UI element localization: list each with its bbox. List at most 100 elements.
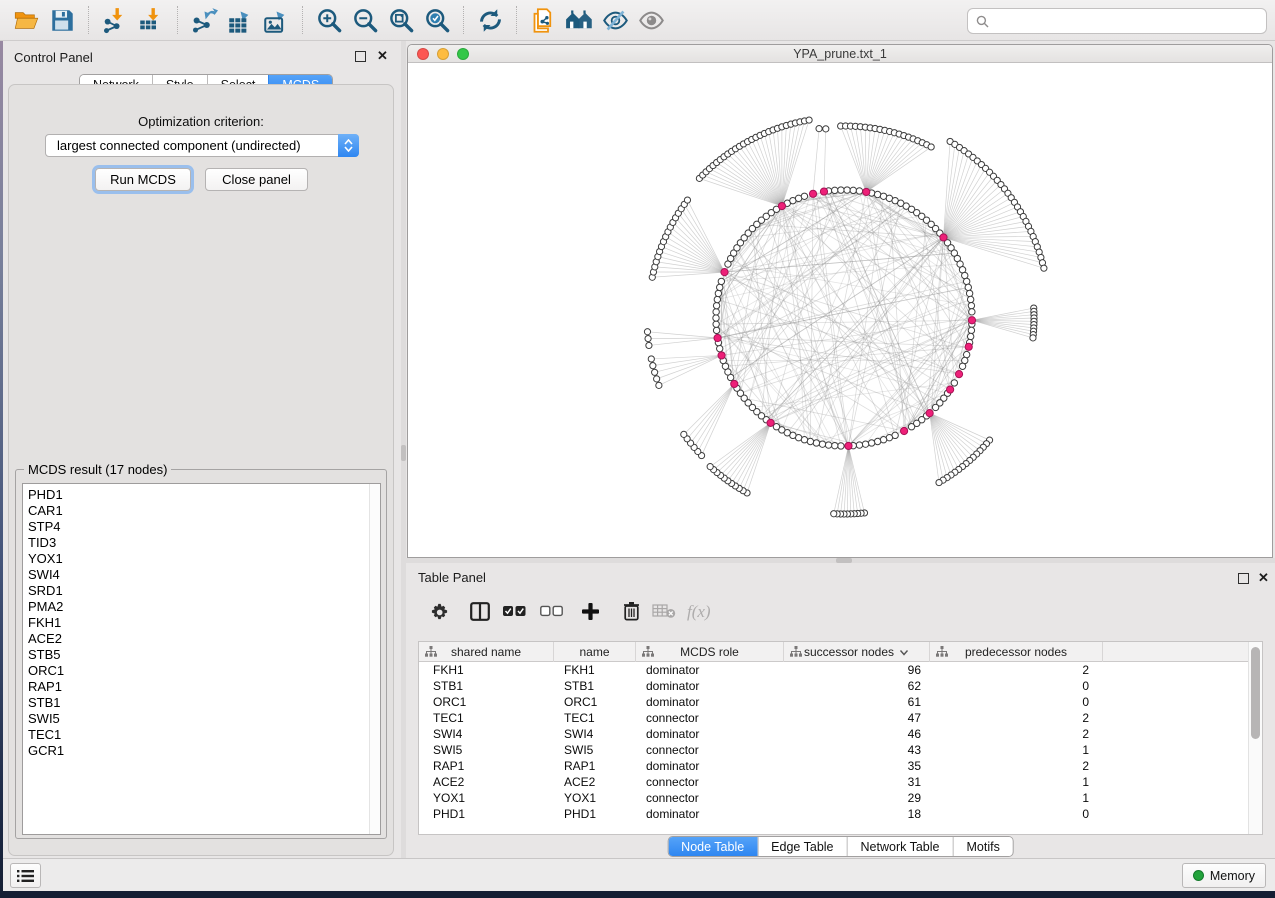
mcds-result-node[interactable]: SWI5 <box>23 711 380 727</box>
mcds-result-node[interactable]: STB1 <box>23 695 380 711</box>
table-row-SWI5[interactable]: SWI5SWI5connector431 <box>419 742 1248 758</box>
mcds-result-node[interactable]: SWI4 <box>23 567 380 583</box>
columns-button[interactable] <box>465 593 495 629</box>
graph-hub-node[interactable] <box>778 202 785 209</box>
memory-button[interactable]: Memory <box>1182 863 1266 888</box>
table-row-SWI4[interactable]: SWI4SWI4dominator462 <box>419 726 1248 742</box>
new-network-from-selection-button[interactable] <box>525 3 561 37</box>
graph-node[interactable] <box>713 321 719 327</box>
column-header-successor-nodes[interactable]: successor nodes <box>784 642 930 662</box>
graph-node[interactable] <box>967 333 973 339</box>
graph-hub-node[interactable] <box>731 380 738 387</box>
graph-hub-node[interactable] <box>965 343 972 350</box>
graph-node[interactable] <box>656 382 662 388</box>
graph-hub-node[interactable] <box>718 352 725 359</box>
table-row-PHD1[interactable]: PHD1PHD1dominator180 <box>419 806 1248 822</box>
graph-node[interactable] <box>713 315 719 321</box>
graph-node[interactable] <box>713 302 719 308</box>
tab-edge-table[interactable]: Edge Table <box>757 837 846 856</box>
mcds-result-node[interactable]: FKH1 <box>23 615 380 631</box>
criterion-dropdown[interactable]: largest connected component (undirected) <box>45 134 359 157</box>
graph-node[interactable] <box>807 438 813 444</box>
network-window-titlebar[interactable]: YPA_prune.txt_1 <box>408 45 1272 63</box>
table-row-ACE2[interactable]: ACE2ACE2connector311 <box>419 774 1248 790</box>
graph-node[interactable] <box>717 345 723 351</box>
graph-node[interactable] <box>801 193 807 199</box>
select-all-button[interactable] <box>499 593 529 629</box>
graph-node[interactable] <box>825 442 831 448</box>
mcds-result-node[interactable]: STB5 <box>23 647 380 663</box>
graph-hub-node[interactable] <box>767 419 774 426</box>
graph-node[interactable] <box>823 126 829 132</box>
tab-motifs[interactable]: Motifs <box>952 837 1012 856</box>
graph-node[interactable] <box>874 438 880 444</box>
deselect-all-button[interactable] <box>536 593 566 629</box>
close-panel-button[interactable]: Close panel <box>205 168 308 191</box>
function-builder-button[interactable]: f(x) <box>687 593 717 629</box>
graph-node[interactable] <box>1041 265 1047 271</box>
save-session-button[interactable] <box>44 3 80 37</box>
graph-node[interactable] <box>856 188 862 194</box>
graph-node[interactable] <box>713 309 719 315</box>
graph-node[interactable] <box>932 404 938 410</box>
graph-node[interactable] <box>684 197 690 203</box>
graph-node[interactable] <box>713 327 719 333</box>
graph-hub-node[interactable] <box>863 188 870 195</box>
table-row-STB1[interactable]: STB1STB1dominator620 <box>419 678 1248 694</box>
graph-node[interactable] <box>681 431 687 437</box>
graph-node[interactable] <box>838 187 844 193</box>
graph-node[interactable] <box>644 329 650 335</box>
graph-node[interactable] <box>874 191 880 197</box>
graph-node[interactable] <box>652 369 658 375</box>
add-button[interactable] <box>575 593 605 629</box>
graph-node[interactable] <box>959 363 965 369</box>
mcds-result-list[interactable]: PHD1CAR1STP4TID3YOX1SWI4SRD1PMA2FKH1ACE2… <box>22 483 381 835</box>
mcds-result-node[interactable]: SRD1 <box>23 583 380 599</box>
graph-node[interactable] <box>813 440 819 446</box>
graph-hub-node[interactable] <box>714 334 721 341</box>
graph-node[interactable] <box>832 442 838 448</box>
task-history-button[interactable] <box>10 863 41 888</box>
graph-node[interactable] <box>648 356 654 362</box>
graph-node[interactable] <box>868 440 874 446</box>
graph-hub-node[interactable] <box>940 234 947 241</box>
tab-node-table[interactable]: Node Table <box>668 837 757 856</box>
graph-node[interactable] <box>646 342 652 348</box>
graph-node[interactable] <box>966 290 972 296</box>
graph-node[interactable] <box>850 187 856 193</box>
table-row-TEC1[interactable]: TEC1TEC1connector472 <box>419 710 1248 726</box>
export-table-button[interactable] <box>222 3 258 37</box>
zoom-out-button[interactable] <box>347 3 383 37</box>
mcds-result-node[interactable]: ORC1 <box>23 663 380 679</box>
table-row-ORC1[interactable]: ORC1ORC1dominator610 <box>419 694 1248 710</box>
graph-hub-node[interactable] <box>947 386 954 393</box>
graph-node[interactable] <box>967 296 973 302</box>
graph-node[interactable] <box>1030 335 1036 341</box>
apply-layout-button[interactable] <box>472 3 508 37</box>
export-network-button[interactable] <box>186 3 222 37</box>
graph-node[interactable] <box>717 284 723 290</box>
run-mcds-button[interactable]: Run MCDS <box>95 168 191 191</box>
graph-node[interactable] <box>715 290 721 296</box>
graph-hub-node[interactable] <box>845 442 852 449</box>
zoom-fit-button[interactable] <box>383 3 419 37</box>
graph-node[interactable] <box>819 441 825 447</box>
graph-node[interactable] <box>856 442 862 448</box>
column-header-predecessor-nodes[interactable]: predecessor nodes <box>930 642 1103 662</box>
graph-node[interactable] <box>951 380 957 386</box>
search-box[interactable] <box>967 8 1267 34</box>
search-input[interactable] <box>995 14 1266 29</box>
graph-node[interactable] <box>963 278 969 284</box>
table-scrollbar[interactable] <box>1248 642 1262 834</box>
graph-node[interactable] <box>707 464 713 470</box>
graph-node[interactable] <box>965 284 971 290</box>
tab-network-table[interactable]: Network Table <box>847 837 953 856</box>
zoom-in-button[interactable] <box>311 3 347 37</box>
graph-hub-node[interactable] <box>968 317 975 324</box>
table-panel-close-icon[interactable]: ✕ <box>1258 570 1269 586</box>
mcds-result-node[interactable]: TID3 <box>23 535 380 551</box>
column-header-name[interactable]: name <box>554 642 636 662</box>
table-row-RAP1[interactable]: RAP1RAP1dominator352 <box>419 758 1248 774</box>
graph-node[interactable] <box>816 126 822 132</box>
table-row-YOX1[interactable]: YOX1YOX1connector291 <box>419 790 1248 806</box>
